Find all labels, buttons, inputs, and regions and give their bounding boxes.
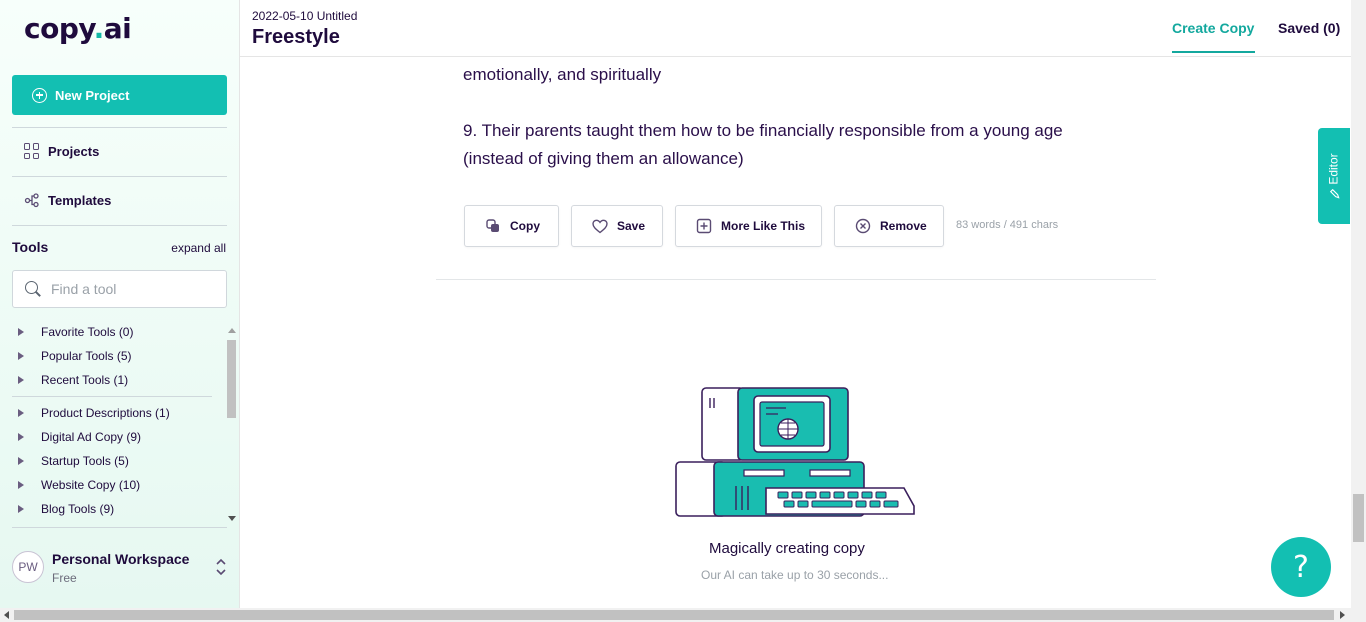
tool-category-favorite[interactable]: Favorite Tools (0) xyxy=(18,325,133,339)
workspace-avatar[interactable]: PW xyxy=(12,551,44,583)
help-button[interactable]: ? xyxy=(1271,537,1331,597)
retro-computer-illustration xyxy=(675,387,915,517)
document-title[interactable]: Freestyle xyxy=(252,26,340,49)
tool-category-website-copy[interactable]: Website Copy (10) xyxy=(18,478,140,492)
sidebar: copy.ai New Project Projects Templates T… xyxy=(0,0,240,608)
expand-all-link[interactable]: expand all xyxy=(171,241,226,255)
top-header: 2022-05-10 Untitled Freestyle Create Cop… xyxy=(240,0,1366,57)
tools-heading: Tools xyxy=(12,239,49,255)
more-like-this-label: More Like This xyxy=(721,219,806,233)
pencil-icon xyxy=(1330,188,1340,199)
plus-square-icon xyxy=(696,218,712,234)
active-tab-indicator xyxy=(1172,51,1255,53)
word-count: 83 words / 491 chars xyxy=(956,219,1059,231)
tool-category-recent[interactable]: Recent Tools (1) xyxy=(18,373,128,387)
tool-category-label: Website Copy (10) xyxy=(41,478,141,492)
caret-right-icon xyxy=(18,481,24,489)
plus-circle-icon xyxy=(32,87,47,103)
tool-category-label: Blog Tools (9) xyxy=(41,502,115,516)
logo-suffix: ai xyxy=(103,12,132,45)
caret-right-icon xyxy=(18,505,24,513)
divider xyxy=(12,527,227,528)
share-nodes-icon xyxy=(24,193,39,208)
output-text-line: emotionally, and spiritually xyxy=(463,65,662,84)
tool-category-label: Startup Tools (5) xyxy=(41,454,129,468)
horizontal-scrollbar-thumb[interactable] xyxy=(14,610,1334,620)
tool-category-product-descriptions[interactable]: Product Descriptions (1) xyxy=(18,406,170,420)
new-project-button[interactable]: New Project xyxy=(12,75,227,115)
divider xyxy=(12,127,227,128)
loading-title: Magically creating copy xyxy=(709,540,865,557)
logo-text: copy xyxy=(24,12,94,45)
workspace-plan: Free xyxy=(52,571,77,585)
sidebar-item-projects[interactable]: Projects xyxy=(24,143,99,159)
caret-right-icon xyxy=(18,433,24,441)
logo-dot: . xyxy=(93,12,105,45)
tool-category-digital-ad-copy[interactable]: Digital Ad Copy (9) xyxy=(18,430,141,444)
save-label: Save xyxy=(617,219,646,233)
section-divider xyxy=(436,279,1156,280)
scroll-down-arrow-icon[interactable] xyxy=(228,516,236,521)
tool-category-label: Recent Tools (1) xyxy=(41,373,129,387)
document-date: 2022-05-10 Untitled xyxy=(252,9,358,23)
tab-saved[interactable]: Saved (0) xyxy=(1278,20,1340,36)
sidebar-item-templates[interactable]: Templates xyxy=(24,192,111,208)
copy-label: Copy xyxy=(510,219,540,233)
caret-right-icon xyxy=(18,457,24,465)
templates-label: Templates xyxy=(48,192,112,208)
caret-right-icon xyxy=(18,352,24,360)
heart-icon xyxy=(592,219,608,233)
tab-create-copy[interactable]: Create Copy xyxy=(1172,20,1254,36)
find-tool-input[interactable] xyxy=(51,281,201,297)
search-icon xyxy=(25,281,41,297)
projects-label: Projects xyxy=(48,143,100,159)
chevron-up-down-icon[interactable] xyxy=(214,557,228,577)
remove-label: Remove xyxy=(880,219,927,233)
scroll-right-arrow-icon[interactable] xyxy=(1340,611,1345,619)
remove-button[interactable]: Remove xyxy=(834,205,944,247)
close-circle-icon xyxy=(855,218,871,234)
copyai-logo[interactable]: copy.ai xyxy=(24,12,132,45)
output-text-line: 9. Their parents taught them how to be f… xyxy=(463,121,1063,140)
main-scrollbar-thumb[interactable] xyxy=(1353,494,1364,542)
more-like-this-button[interactable]: More Like This xyxy=(675,205,822,247)
tool-category-label: Favorite Tools (0) xyxy=(41,325,134,339)
tool-category-popular[interactable]: Popular Tools (5) xyxy=(18,349,132,363)
divider xyxy=(12,396,212,397)
tool-category-blog-tools[interactable]: Blog Tools (9) xyxy=(18,502,114,516)
output-text-line: (instead of giving them an allowance) xyxy=(463,149,744,168)
editor-tab-label: Editor xyxy=(1327,153,1342,185)
grid-icon xyxy=(24,143,40,159)
loading-subtitle: Our AI can take up to 30 seconds... xyxy=(701,568,889,582)
scroll-up-arrow-icon[interactable] xyxy=(228,328,236,333)
editor-side-tab[interactable]: Editor xyxy=(1318,128,1350,224)
tool-category-label: Product Descriptions (1) xyxy=(41,406,170,420)
tool-category-startup-tools[interactable]: Startup Tools (5) xyxy=(18,454,129,468)
copy-button[interactable]: Copy xyxy=(464,205,559,247)
tool-category-label: Digital Ad Copy (9) xyxy=(41,430,142,444)
tool-category-label: Popular Tools (5) xyxy=(41,349,132,363)
divider xyxy=(12,176,227,177)
tools-scrollbar-thumb[interactable] xyxy=(227,340,236,418)
find-tool-search[interactable] xyxy=(12,270,227,308)
workspace-name[interactable]: Personal Workspace xyxy=(52,551,189,567)
copy-icon xyxy=(486,219,499,232)
divider xyxy=(12,225,227,226)
caret-right-icon xyxy=(18,328,24,336)
caret-right-icon xyxy=(18,376,24,384)
caret-right-icon xyxy=(18,409,24,417)
scroll-left-arrow-icon[interactable] xyxy=(4,611,9,619)
save-button[interactable]: Save xyxy=(571,205,663,247)
new-project-label: New Project xyxy=(55,87,130,103)
